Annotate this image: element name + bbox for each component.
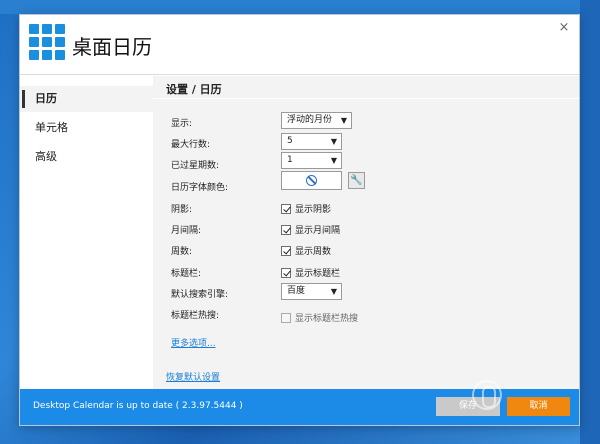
desktop-background-right (580, 0, 600, 444)
search-engine-label: 默认搜索引擎: (171, 290, 229, 300)
font-color-picker[interactable] (281, 171, 342, 190)
month-gap-checkbox-label: 显示月间隔 (295, 226, 341, 236)
font-color-label: 日历字体颜色: (171, 183, 229, 193)
week-num-label: 周数: (171, 247, 193, 257)
past-weeks-select-value: 1 (287, 155, 293, 165)
desktop-background-top (0, 0, 600, 14)
display-label: 显示: (171, 119, 193, 129)
sidebar-item-cells[interactable]: 单元格 (20, 115, 153, 141)
wrench-icon[interactable]: 🔧 (348, 172, 365, 189)
shadow-label: 阴影: (171, 205, 193, 215)
checkbox-box (281, 224, 291, 235)
week-num-checkbox[interactable]: 显示周数 (281, 244, 331, 257)
close-icon[interactable]: × (557, 21, 571, 35)
max-rows-select-value: 5 (287, 136, 293, 146)
search-engine-select-value: 百度 (287, 286, 306, 296)
shadow-checkbox[interactable]: 显示阴影 (281, 202, 331, 215)
past-weeks-select[interactable]: 1 ▼ (281, 152, 342, 169)
month-gap-checkbox[interactable]: 显示月间隔 (281, 223, 340, 236)
divider (153, 98, 579, 99)
sidebar-item-calendar[interactable]: 日历 (20, 86, 153, 112)
max-rows-select[interactable]: 5 ▼ (281, 133, 342, 150)
past-weeks-label: 已过星期数: (171, 161, 220, 171)
titlebar-hot-checkbox-label: 显示标题栏热搜 (295, 314, 359, 324)
display-select-value: 浮动的月份 (287, 115, 333, 125)
display-select[interactable]: 浮动的月份 ▼ (281, 112, 352, 129)
checkbox-box (281, 312, 291, 323)
titlebar-label: 标题栏: (171, 269, 202, 279)
titlebar-hot-label: 标题栏热搜: (171, 311, 220, 321)
titlebar-checkbox[interactable]: 显示标题栏 (281, 266, 340, 279)
sidebar-item-advanced[interactable]: 高级 (20, 144, 153, 170)
month-gap-label: 月间隔: (171, 226, 202, 236)
restore-defaults-link[interactable]: 恢复默认设置 (166, 370, 220, 383)
watermark-logo (472, 380, 502, 410)
chevron-down-icon: ▼ (340, 116, 347, 125)
chevron-down-icon: ▼ (330, 137, 337, 146)
no-color-icon (306, 175, 317, 186)
breadcrumb: 设置 / 日历 (166, 83, 222, 96)
checkbox-box (281, 267, 291, 278)
cancel-button[interactable]: 取消 (507, 397, 570, 416)
settings-panel: 设置 / 日历 显示: 浮动的月份 ▼ 最大行数: 5 ▼ 已过星期数: 1 ▼… (153, 76, 579, 389)
titlebar-checkbox-label: 显示标题栏 (295, 269, 341, 279)
titlebar-hot-checkbox[interactable]: 显示标题栏热搜 (281, 311, 358, 324)
shadow-checkbox-label: 显示阴影 (295, 205, 332, 215)
more-options-link[interactable]: 更多选项... (171, 336, 216, 349)
app-title: 桌面日历 (72, 35, 152, 59)
checkbox-box (281, 245, 291, 256)
chevron-down-icon: ▼ (330, 287, 337, 296)
search-engine-select[interactable]: 百度 ▼ (281, 283, 342, 300)
grid-calendar-icon (29, 24, 65, 60)
checkbox-box (281, 203, 291, 214)
sidebar: 日历 单元格 高级 (20, 76, 153, 389)
settings-window: 桌面日历 × 日历 单元格 高级 设置 / 日历 显示: 浮动的月份 ▼ 最大行… (19, 14, 580, 426)
status-text: Desktop Calendar is up to date ( 2.3.97.… (33, 401, 243, 411)
max-rows-label: 最大行数: (171, 140, 211, 150)
chevron-down-icon: ▼ (330, 156, 337, 165)
title-bar: 桌面日历 × (20, 15, 579, 75)
week-num-checkbox-label: 显示周数 (295, 247, 332, 257)
